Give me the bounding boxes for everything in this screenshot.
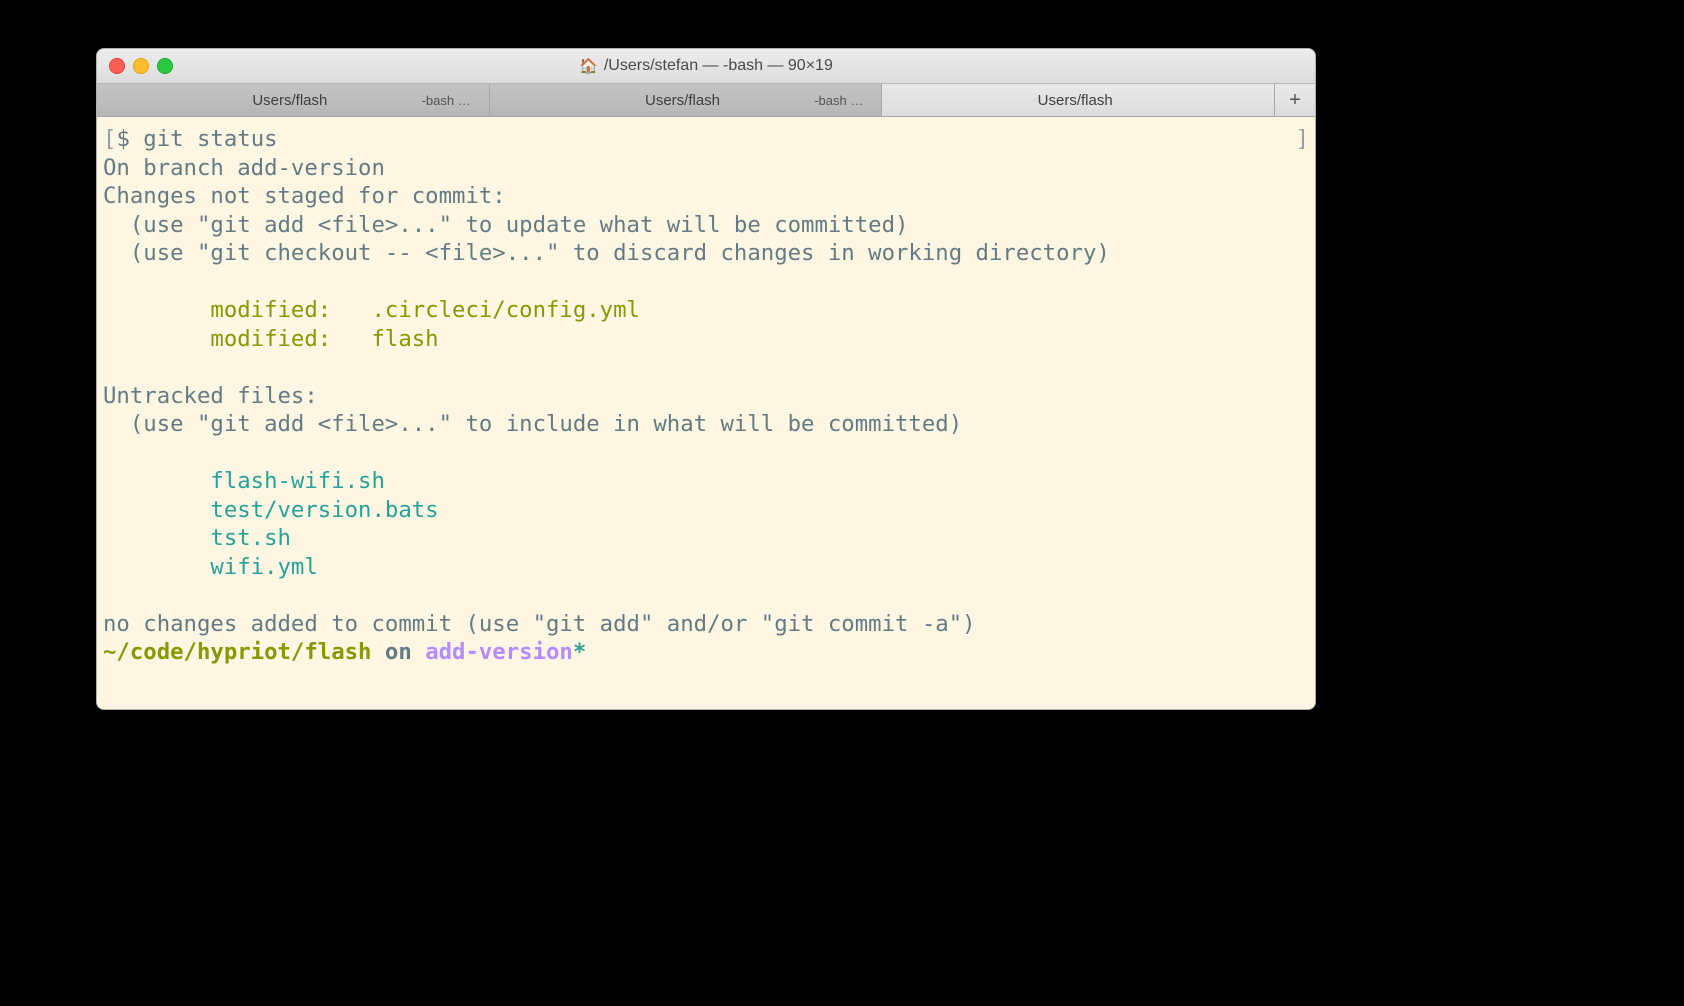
new-tab-button[interactable]: +	[1275, 84, 1315, 116]
window-title-text: /Users/stefan — -bash — 90×19	[604, 57, 833, 75]
minimize-icon[interactable]	[133, 58, 149, 74]
tab-label: Users/flash	[252, 92, 327, 109]
prompt-open-bracket: [	[103, 126, 116, 152]
untracked-file: tst.sh	[103, 525, 291, 551]
ps1-path: ~/code/hypriot/flash	[103, 639, 371, 665]
modified-file: modified: .circleci/config.yml	[103, 297, 640, 323]
untracked-file: test/version.bats	[103, 497, 439, 523]
tab-label: Users/flash	[1038, 92, 1113, 109]
ps1-branch: add-version	[425, 639, 573, 665]
branch-line: On branch add-version	[103, 155, 385, 181]
changes-header: Changes not staged for commit:	[103, 183, 506, 209]
ps1-on: on	[371, 639, 425, 665]
hint-untracked: (use "git add <file>..." to include in w…	[103, 411, 962, 437]
modified-file: modified: flash	[103, 326, 439, 352]
footer-line: no changes added to commit (use "git add…	[103, 611, 976, 637]
plus-icon: +	[1289, 89, 1301, 112]
untracked-file: flash-wifi.sh	[103, 468, 385, 494]
prompt-symbol: $	[116, 126, 143, 152]
untracked-header: Untracked files:	[103, 383, 318, 409]
hint-add: (use "git add <file>..." to update what …	[103, 212, 908, 238]
close-icon[interactable]	[109, 58, 125, 74]
tab-bar: Users/flash -bash … Users/flash -bash … …	[97, 84, 1315, 117]
titlebar[interactable]: 🏠 /Users/stefan — -bash — 90×19	[97, 49, 1315, 84]
terminal-window: 🏠 /Users/stefan — -bash — 90×19 Users/fl…	[96, 48, 1316, 710]
tab-3[interactable]: Users/flash	[882, 84, 1275, 116]
ps1-dirty: *	[573, 639, 586, 665]
zoom-icon[interactable]	[157, 58, 173, 74]
tab-subtext: -bash …	[814, 93, 863, 108]
hint-checkout: (use "git checkout -- <file>..." to disc…	[103, 240, 1110, 266]
untracked-file: wifi.yml	[103, 554, 318, 580]
tab-label: Users/flash	[645, 92, 720, 109]
tab-subtext: -bash …	[422, 93, 471, 108]
tab-1[interactable]: Users/flash -bash …	[97, 84, 490, 116]
prompt-close-bracket: ]	[1296, 125, 1309, 154]
tab-2[interactable]: Users/flash -bash …	[490, 84, 883, 116]
window-title: 🏠 /Users/stefan — -bash — 90×19	[97, 57, 1315, 75]
terminal-content[interactable]: [$ git status] On branch add-version Cha…	[97, 117, 1315, 710]
home-icon: 🏠	[579, 57, 598, 75]
traffic-lights	[109, 58, 173, 74]
command-text: git status	[143, 126, 277, 152]
